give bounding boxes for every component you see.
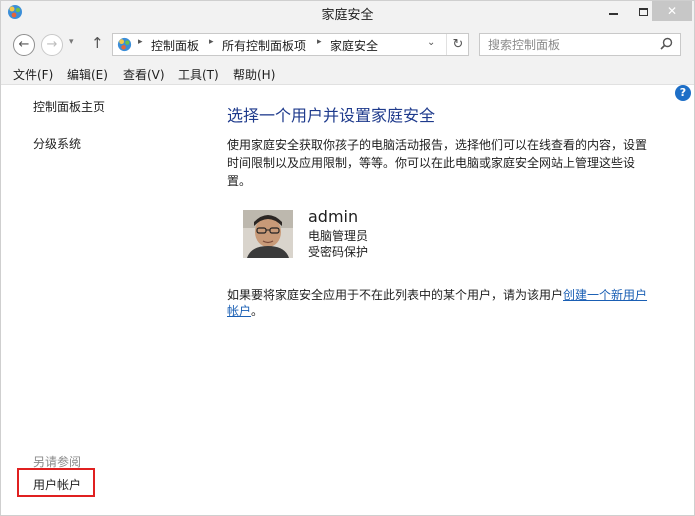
breadcrumb-separator-icon: ▸ (138, 37, 143, 47)
forward-button[interactable]: → (41, 34, 63, 56)
breadcrumb-control-panel[interactable]: 控制面板 (151, 37, 199, 54)
menu-tools[interactable]: 工具(T) (178, 66, 219, 83)
page-description: 使用家庭安全获取你孩子的电脑活动报告，选择他们可以在线查看的内容，设置时间限制以… (227, 138, 648, 188)
address-history-dropdown[interactable]: ⌄ (427, 37, 435, 48)
help-icon[interactable]: ? (675, 85, 691, 101)
close-button[interactable]: ✕ (652, 1, 692, 21)
search-icon[interactable] (658, 36, 674, 52)
create-user-note: 如果要将家庭安全应用于不在此列表中的某个用户，请为该用户创建一个新用户帐户。 (227, 287, 655, 319)
search-box (479, 33, 681, 56)
sidebar-link-control-panel-home[interactable]: 控制面板主页 (33, 98, 105, 115)
search-input[interactable] (480, 34, 655, 55)
menu-edit[interactable]: 编辑(E) (67, 66, 108, 83)
minimize-icon (608, 12, 618, 15)
back-arrow-icon: ← (18, 37, 30, 52)
chevron-down-icon: ▾ (69, 37, 74, 47)
user-password-status: 受密码保护 (308, 245, 369, 259)
sidebar-link-user-accounts[interactable]: 用户帐户 (33, 476, 81, 493)
user-avatar[interactable] (243, 210, 293, 258)
navigation-bar: ← → ▾ ↑ ▸ 控制面板 ▸ 所有控制面板项 ▸ 家庭安全 ⌄ ↻ (1, 25, 694, 63)
up-button[interactable]: ↑ (91, 34, 104, 52)
maximize-icon (638, 7, 648, 16)
minimize-button[interactable] (598, 1, 628, 21)
close-icon: ✕ (666, 4, 678, 18)
sidebar-link-ratings-systems[interactable]: 分级系统 (33, 135, 81, 152)
create-user-note-end: 。 (251, 304, 264, 318)
family-safety-window: 家庭安全 ✕ ← → ▾ ↑ ▸ 控制面板 ▸ 所有控制面板项 ▸ 家庭安全 ⌄… (0, 0, 695, 516)
breadcrumb-family-safety[interactable]: 家庭安全 (330, 37, 378, 54)
address-bar[interactable]: ▸ 控制面板 ▸ 所有控制面板项 ▸ 家庭安全 ⌄ ↻ (112, 33, 469, 56)
control-panel-icon (117, 37, 132, 52)
back-button[interactable]: ← (13, 34, 35, 56)
breadcrumb-separator-icon[interactable]: ▸ (209, 37, 214, 47)
menu-bar: 文件(F) 编辑(E) 查看(V) 工具(T) 帮助(H) (1, 63, 694, 85)
title-bar: 家庭安全 ✕ (1, 1, 694, 25)
create-user-note-text: 如果要将家庭安全应用于不在此列表中的某个用户，请为该用户 (227, 288, 564, 302)
recent-locations-dropdown[interactable]: ▾ (69, 37, 74, 47)
menu-file[interactable]: 文件(F) (13, 66, 53, 83)
highlight-box: 用户帐户 (17, 468, 95, 497)
refresh-button[interactable]: ↻ (446, 34, 469, 55)
menu-help[interactable]: 帮助(H) (233, 66, 275, 83)
chevron-down-icon: ⌄ (427, 37, 436, 48)
breadcrumb-all-items[interactable]: 所有控制面板项 (222, 37, 306, 54)
breadcrumb-separator-icon[interactable]: ▸ (317, 37, 322, 47)
page-title: 选择一个用户并设置家庭安全 (227, 106, 436, 125)
forward-arrow-icon: → (46, 37, 58, 52)
menu-view[interactable]: 查看(V) (123, 66, 165, 83)
refresh-icon: ↻ (452, 37, 464, 52)
window-title: 家庭安全 (321, 8, 374, 23)
up-arrow-icon: ↑ (91, 34, 104, 52)
user-role: 电脑管理员 (308, 229, 369, 243)
user-name[interactable]: admin (308, 207, 358, 226)
